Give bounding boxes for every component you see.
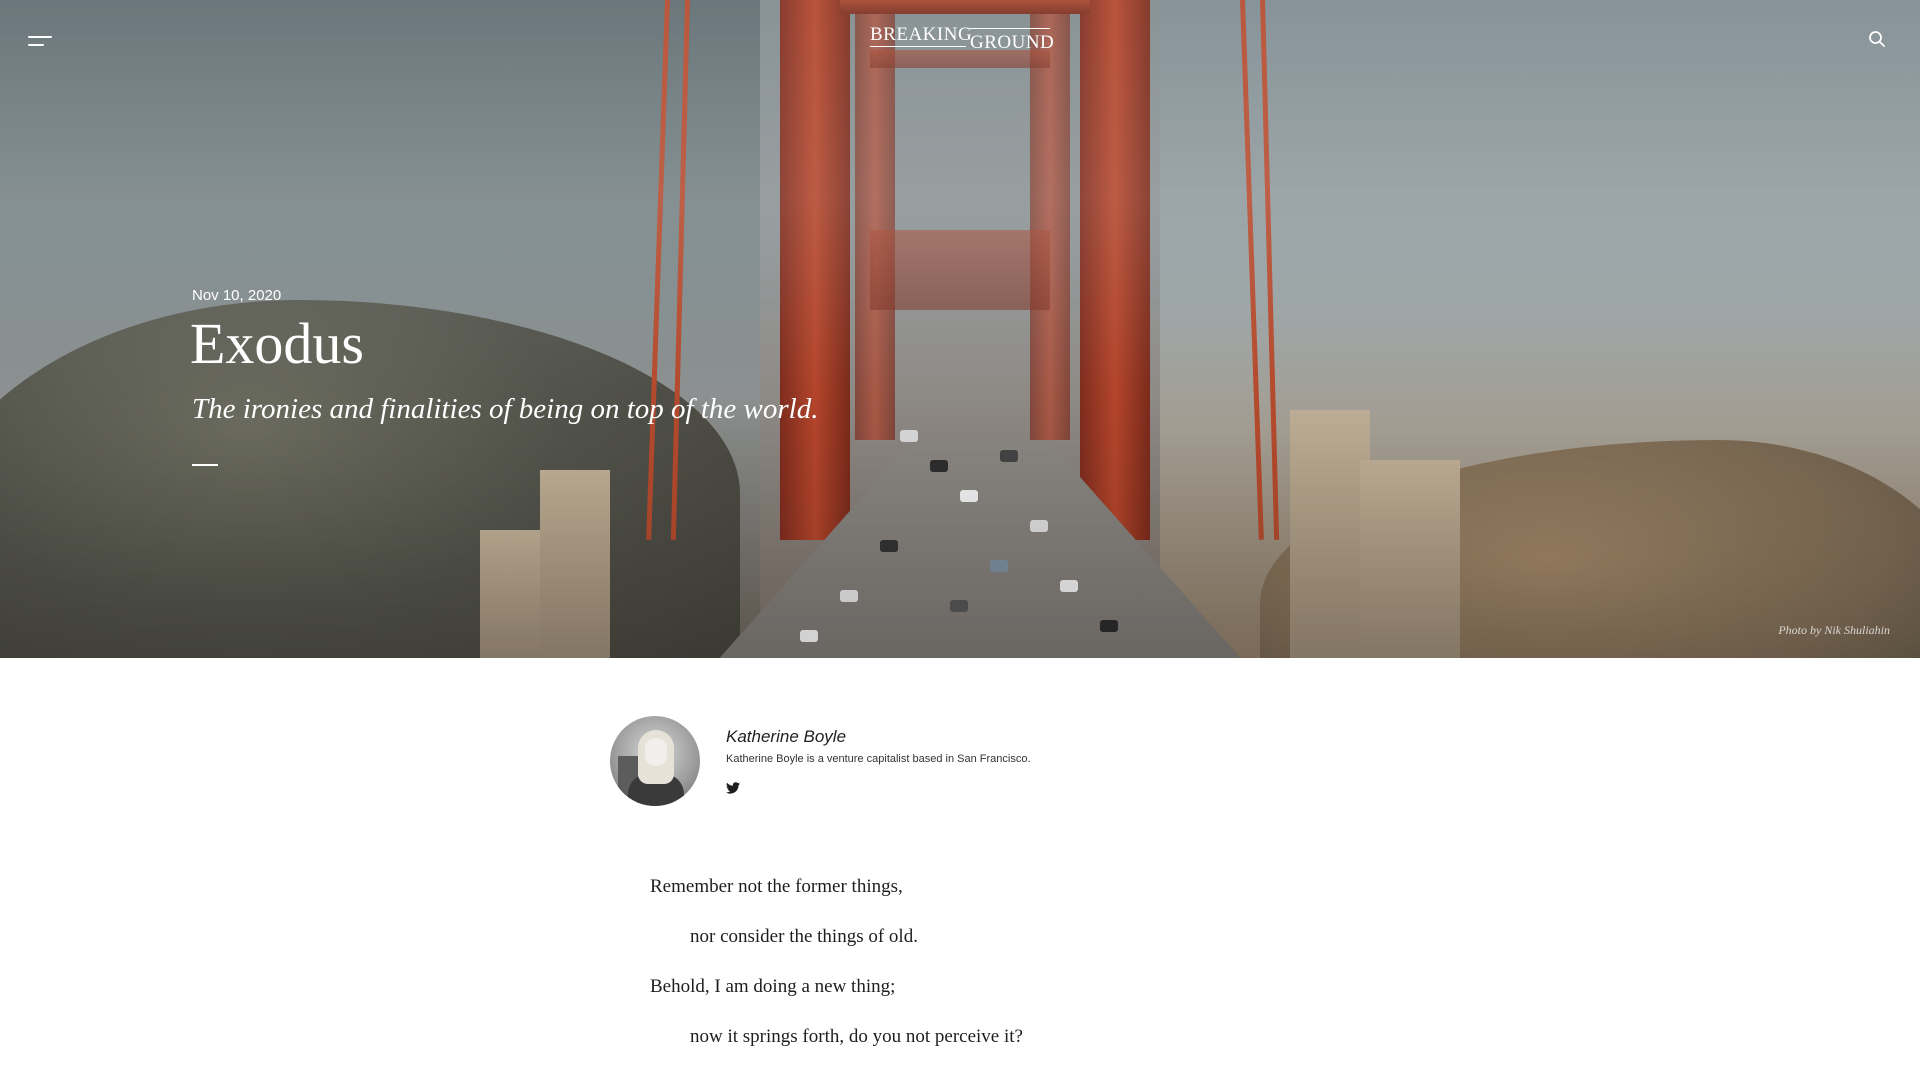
search-icon <box>1869 31 1885 47</box>
author-name[interactable]: Katherine Boyle <box>726 727 846 747</box>
logo-rule <box>970 28 1050 29</box>
site-logo[interactable]: BREAKING GROUND <box>870 24 1054 54</box>
hamburger-menu-icon <box>28 36 52 38</box>
poem-line: Remember not the former things, <box>650 876 903 897</box>
article-subtitle: The ironies and finalities of being on t… <box>192 393 819 425</box>
menu-button[interactable] <box>28 34 52 48</box>
author-avatar <box>610 716 700 806</box>
poem-line: nor consider the things of old. <box>690 926 918 947</box>
search-button[interactable] <box>1868 30 1886 48</box>
article-date: Nov 10, 2020 <box>192 287 282 304</box>
logo-rule <box>870 46 966 47</box>
title-divider <box>192 464 218 466</box>
logo-word-ground: GROUND <box>970 32 1055 53</box>
twitter-link[interactable] <box>726 781 740 794</box>
photo-credit: Photo by Nik Shuliahin <box>1778 623 1890 637</box>
poem-line: now it springs forth, do you not perceiv… <box>690 1026 1023 1047</box>
author-bio: Katherine Boyle is a venture capitalist … <box>726 753 1031 765</box>
poem-line: Behold, I am doing a new thing; <box>650 976 896 997</box>
twitter-icon <box>726 782 740 794</box>
hamburger-menu-icon <box>28 44 44 46</box>
logo-word-breaking: BREAKING <box>870 24 973 45</box>
avatar-face <box>645 738 667 766</box>
article-title: Exodus <box>190 311 364 376</box>
